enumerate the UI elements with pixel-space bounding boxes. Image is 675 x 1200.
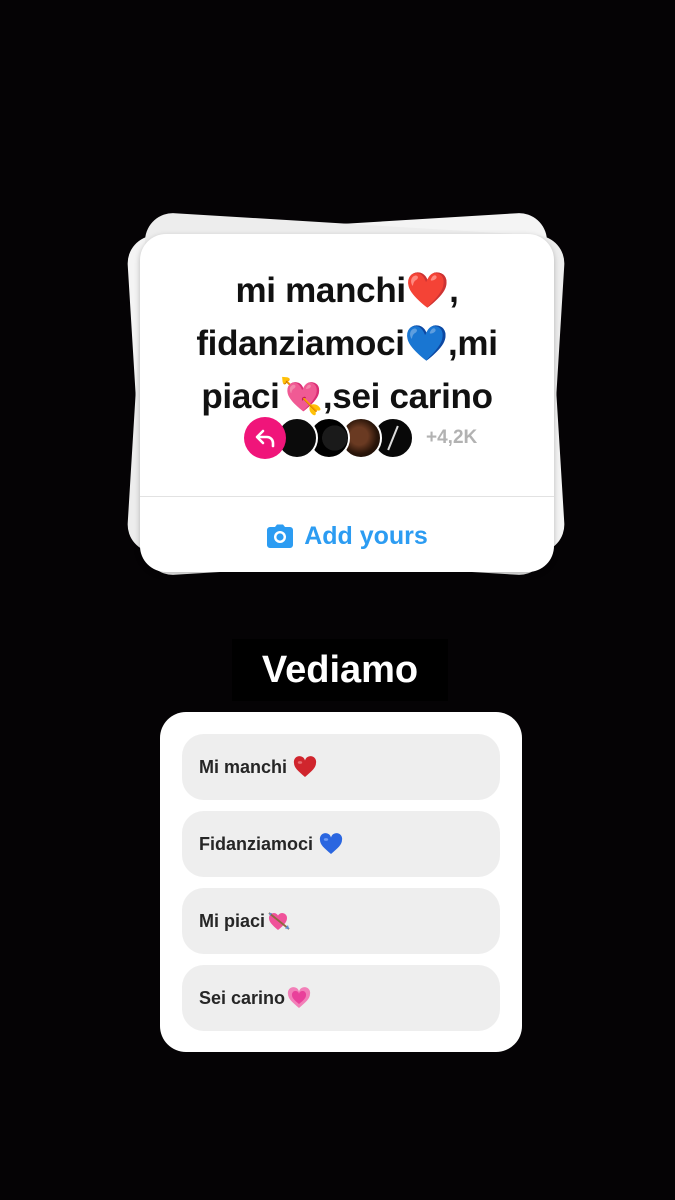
participants-row[interactable]: +4,2K	[244, 416, 477, 460]
poll-option[interactable]: Mi piaci	[182, 888, 500, 954]
sticker-card: mi manchi❤️, fidanziamoci💙,mi piaci💘,sei…	[140, 234, 554, 572]
growing-heart-icon	[287, 987, 311, 1008]
heart-with-arrow-icon	[268, 912, 290, 930]
poll-option-label: Fidanziamoci	[199, 833, 314, 854]
poll-card: Mi manchi Fidanziamoci Mi piaci Sei cari…	[160, 712, 522, 1052]
poll-option[interactable]: Mi manchi	[182, 734, 500, 800]
add-yours-button[interactable]: Add yours	[140, 497, 554, 575]
blue-heart-icon	[319, 833, 343, 854]
poll-option-label: Mi manchi	[199, 756, 288, 777]
add-yours-label: Add yours	[304, 521, 428, 550]
camera-icon	[267, 524, 294, 548]
sticker-prompt: mi manchi❤️, fidanziamoci💙,mi piaci💘,sei…	[160, 264, 534, 423]
red-heart-icon	[293, 756, 317, 777]
poll-option[interactable]: Sei carino	[182, 965, 500, 1031]
participant-count: +4,2K	[426, 427, 478, 448]
prompt-line: fidanziamoci💙,mi	[196, 324, 498, 363]
poll-option-label: Mi piaci	[199, 910, 266, 931]
poll-option[interactable]: Fidanziamoci	[182, 811, 500, 877]
story-text-label: Vediamo	[232, 639, 448, 701]
prompt-line: piaci💘,sei carino	[201, 377, 493, 416]
add-yours-sticker: mi manchi❤️, fidanziamoci💙,mi piaci💘,sei…	[126, 211, 568, 587]
reply-arrow-icon	[244, 417, 286, 459]
poll-option-label: Sei carino	[199, 987, 286, 1008]
prompt-line: mi manchi❤️,	[235, 271, 459, 310]
